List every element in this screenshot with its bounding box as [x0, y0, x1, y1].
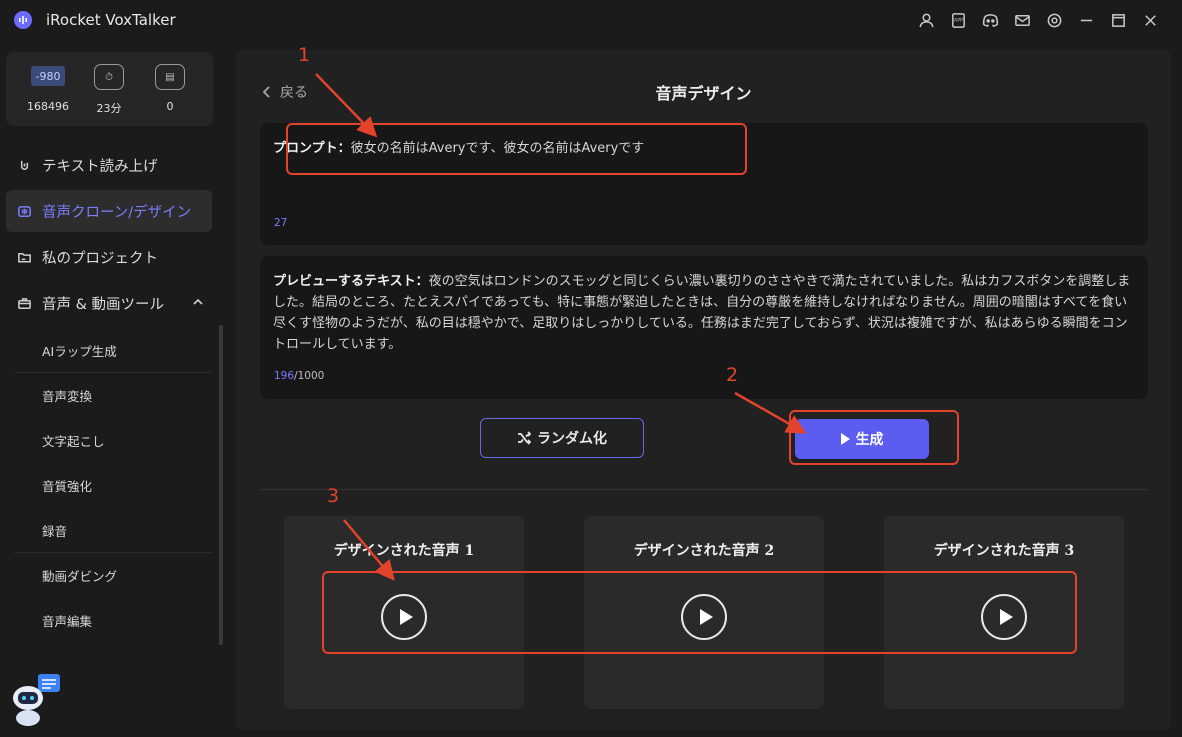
randomize-label: ランダム化 [537, 431, 607, 447]
usage-stats-panel: -980 168496 ⏱ 23分 ▤ 0 [6, 52, 213, 126]
sidebar-subitem-transcription[interactable]: 文字起こし [14, 418, 211, 463]
sidebar-subitem-video-dubbing[interactable]: 動画ダビング [14, 553, 211, 598]
folder-icon [16, 249, 32, 265]
prompt-char-count: 27 [274, 217, 288, 229]
discord-icon[interactable] [974, 8, 1006, 32]
sidebar-item-voice-clone-design[interactable]: 音声クローン/デザイン [6, 190, 212, 232]
sidebar-subitem-audio-editor[interactable]: 音声編集 [14, 598, 211, 643]
user-icon[interactable] [910, 8, 942, 32]
title-bar: iRocket VoxTalker APP [0, 0, 1182, 40]
sidebar-subitem-voice-changer[interactable]: 音声変換 [14, 373, 211, 418]
stat-value: 0 [166, 100, 174, 113]
sidebar-nav: テキスト読み上げ 音声クローン/デザイン 私のプロジェクト 音声 & 動画ツール… [0, 144, 228, 643]
annotation-number-3: 3 [327, 485, 340, 507]
sidebar-item-my-projects[interactable]: 私のプロジェクト [6, 236, 212, 278]
stat-files[interactable]: ▤ 0 [140, 64, 200, 113]
clock-icon: ⏱ [94, 64, 124, 90]
preview-text-input[interactable]: プレビューするテキスト：夜の空気はロンドンのスモッグと同じくらい濃い裏切りのささ… [260, 256, 1148, 399]
sidebar-item-label: テキスト読み上げ [42, 158, 158, 175]
stat-time[interactable]: ⏱ 23分 [79, 64, 139, 116]
page-title: 音声デザイン [655, 84, 752, 103]
annotation-highlight-1 [286, 123, 747, 175]
preview-text[interactable]: プレビューするテキスト：夜の空気はロンドンのスモッグと同じくらい濃い裏切りのささ… [273, 271, 1133, 355]
annotation-highlight-2 [789, 410, 959, 465]
sidebar-item-label: 私のプロジェクト [42, 250, 158, 267]
tts-icon [16, 157, 32, 173]
minimize-icon[interactable] [1070, 8, 1102, 32]
sidebar: -980 168496 ⏱ 23分 ▤ 0 テキスト読み上げ 音声クローン/デザ… [0, 40, 228, 737]
sidebar-subitem-audio-enhance[interactable]: 音質強化 [14, 463, 211, 508]
sidebar-item-label: 音声クローン/デザイン [42, 204, 192, 221]
sidebar-item-label: 音声 & 動画ツール [42, 296, 165, 313]
voice-clone-icon [16, 203, 32, 219]
preview-label: プレビューするテキスト： [273, 274, 429, 289]
voice-title: デザインされた音声 2 [633, 543, 775, 559]
files-icon: ▤ [155, 64, 185, 90]
stat-credits[interactable]: -980 168496 [18, 64, 78, 113]
chevron-up-icon[interactable] [192, 296, 204, 308]
annotation-number-2: 2 [726, 364, 739, 386]
app-icon[interactable]: APP [942, 8, 974, 32]
annotation-highlight-3 [322, 571, 1077, 654]
mail-icon[interactable] [1006, 8, 1038, 32]
toolbox-icon [16, 295, 32, 311]
preview-char-count: 196/1000 [274, 370, 325, 382]
stat-value: 23分 [96, 102, 122, 115]
shuffle-icon [518, 431, 531, 445]
sidebar-scrollbar[interactable] [219, 325, 223, 645]
voice-title: デザインされた音声 1 [333, 543, 475, 559]
sidebar-subitem-ai-rap[interactable]: AIラップ生成 [14, 328, 211, 373]
sidebar-subitem-recording[interactable]: 録音 [14, 508, 211, 553]
section-divider [260, 489, 1148, 490]
randomize-button[interactable]: ランダム化 [480, 418, 644, 458]
stat-value: 168496 [27, 100, 69, 113]
app-title: iRocket VoxTalker [46, 11, 176, 29]
settings-icon[interactable] [1038, 8, 1070, 32]
assistant-bot-icon[interactable] [8, 672, 64, 728]
credits-icon: -980 [31, 66, 65, 86]
voice-title: デザインされた音声 3 [933, 543, 1075, 559]
close-icon[interactable] [1134, 8, 1166, 32]
annotation-number-1: 1 [298, 44, 311, 66]
maximize-icon[interactable] [1102, 8, 1134, 32]
sidebar-item-audio-video-tools[interactable]: 音声 & 動画ツール [6, 282, 212, 324]
app-logo-icon [14, 11, 32, 29]
svg-text:APP: APP [954, 17, 963, 23]
sidebar-item-text-to-speech[interactable]: テキスト読み上げ [6, 144, 212, 186]
